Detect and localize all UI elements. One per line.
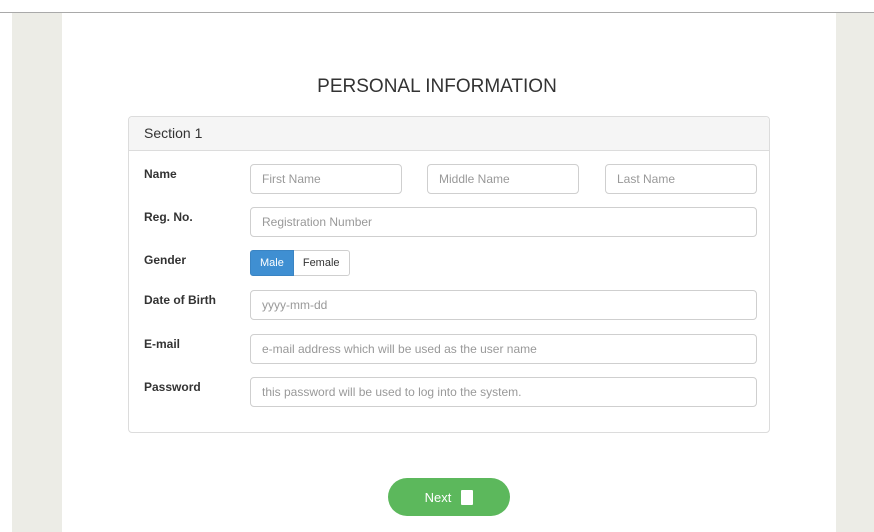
- next-button[interactable]: Next: [388, 478, 510, 516]
- middle-name-input[interactable]: [427, 164, 579, 194]
- gender-label: Gender: [144, 253, 187, 267]
- password-label: Password: [144, 380, 201, 394]
- gender-toggle: Male Female: [250, 250, 350, 276]
- registration-number-input[interactable]: [250, 207, 757, 237]
- last-name-input[interactable]: [605, 164, 757, 194]
- document-icon: [461, 489, 474, 505]
- password-input[interactable]: [250, 377, 757, 407]
- email-input[interactable]: [250, 334, 757, 364]
- first-name-input[interactable]: [250, 164, 402, 194]
- dob-label: Date of Birth: [144, 293, 216, 307]
- page-title: PERSONAL INFORMATION: [317, 76, 557, 97]
- gender-male-button[interactable]: Male: [250, 250, 294, 276]
- section-header: Section 1: [129, 117, 769, 151]
- gender-female-button[interactable]: Female: [293, 250, 350, 276]
- date-of-birth-input[interactable]: [250, 290, 757, 320]
- top-border: [0, 12, 874, 13]
- name-label: Name: [144, 167, 177, 181]
- reg-no-label: Reg. No.: [144, 210, 193, 224]
- section-panel: Section 1 Name Reg. No. Gender Male Fema…: [128, 116, 770, 433]
- email-label: E-mail: [144, 337, 181, 351]
- next-label: Next: [424, 489, 452, 505]
